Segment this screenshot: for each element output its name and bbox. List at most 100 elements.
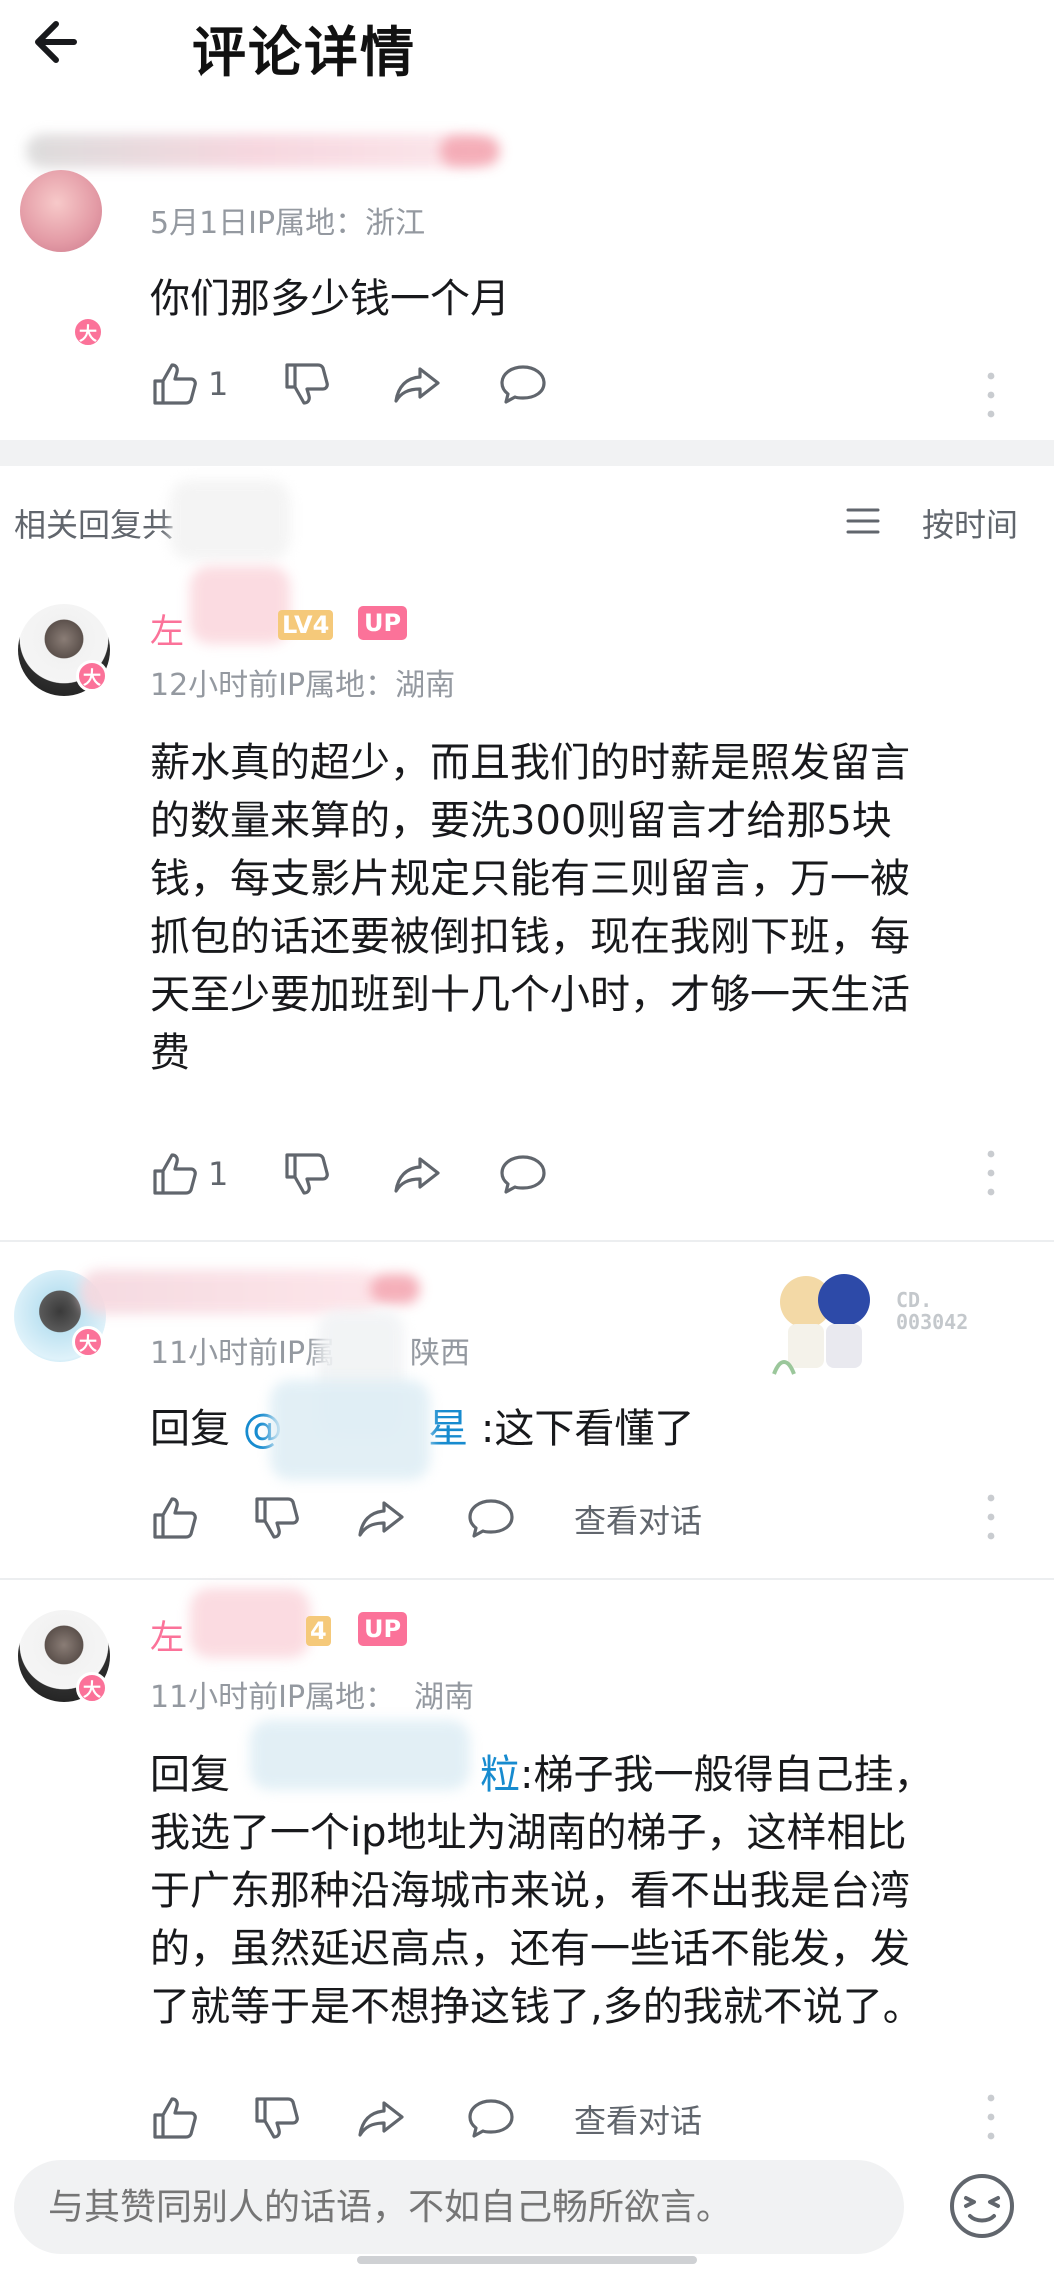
comment-meta-location: 陕西 — [410, 1336, 470, 1371]
up-badge: UP — [358, 1612, 408, 1646]
text-line: 费 — [150, 1030, 190, 1076]
avatar[interactable] — [20, 170, 102, 252]
share-icon — [394, 1157, 440, 1193]
redacted-count — [170, 480, 290, 560]
like-button[interactable] — [150, 1488, 200, 1548]
emoji-icon[interactable] — [946, 2170, 1018, 2242]
comment-bubble-icon — [500, 365, 546, 404]
text-line: 天至少要加班到十几个小时，才够一天生活 — [150, 972, 910, 1018]
vip-badge: 大 — [76, 1672, 108, 1704]
reply-prefix: 回复 — [150, 1752, 230, 1798]
like-count: 1 — [208, 365, 229, 403]
related-replies-header: 相关回复共 按时间 — [0, 470, 1054, 570]
more-options-icon[interactable] — [986, 370, 996, 420]
sort-by-time-button[interactable]: 按时间 — [922, 500, 1018, 546]
share-icon — [358, 2101, 404, 2137]
dislike-button[interactable] — [282, 354, 332, 414]
more-options-icon[interactable] — [986, 1492, 996, 1542]
share-icon — [358, 1501, 404, 1537]
mention-link-tail[interactable]: 粒 — [480, 1752, 520, 1798]
text-line: 回复 粒:梯子我一般得自己挂， — [150, 1746, 933, 1804]
comment-bubble-icon — [468, 1499, 514, 1538]
fan-card-number: 003042 — [896, 1310, 969, 1334]
comment-meta: 12小时前IP属地：湖南 — [150, 668, 456, 703]
like-button[interactable] — [150, 2088, 200, 2148]
view-conversation-link[interactable]: 查看对话 — [574, 1496, 702, 1542]
text-line: 的，虽然延迟高点，还有一些话不能发，发 — [150, 1926, 910, 1972]
thumbs-down-icon — [285, 363, 329, 405]
main-comment: 大 5月1日IP属地：浙江 你们那多少钱一个月 1 — [0, 120, 1054, 440]
like-button[interactable]: 1 — [150, 354, 228, 414]
view-conversation-link[interactable]: 查看对话 — [574, 2096, 702, 2142]
more-options-icon[interactable] — [986, 1148, 996, 1198]
text-line: 薪水真的超少，而且我们的时薪是照发留言 — [150, 740, 910, 786]
thumbs-up-icon — [153, 1153, 197, 1195]
share-button[interactable] — [356, 1488, 406, 1548]
reply-prefix: 回复 — [150, 1406, 230, 1452]
fan-card-code: CD. — [896, 1288, 933, 1312]
share-button[interactable] — [356, 2088, 406, 2148]
comment-text: 薪水真的超少，而且我们的时薪是照发留言 的数量来算的，要洗300则留言才给那5块… — [150, 734, 910, 1082]
redacted-username — [190, 566, 290, 644]
username[interactable]: 左 — [150, 1610, 184, 1659]
divider — [0, 1240, 1054, 1242]
like-button[interactable]: 1 — [150, 1144, 228, 1204]
username[interactable]: 左 — [150, 604, 184, 653]
share-button[interactable] — [392, 1144, 442, 1204]
related-replies-label: 相关回复共 — [14, 506, 175, 544]
section-separator — [0, 440, 1054, 466]
up-badge: UP — [358, 606, 408, 640]
thumbs-up-icon — [153, 2097, 197, 2139]
thumbs-up-icon — [153, 1497, 197, 1539]
text-line: 我选了一个ip地址为湖南的梯子，这样相比 — [150, 1810, 907, 1856]
share-icon — [394, 367, 440, 403]
comment-bubble-icon — [468, 2099, 514, 2138]
thumbs-down-icon — [255, 1497, 299, 1539]
thumbs-down-icon — [285, 1153, 329, 1195]
reply-button[interactable] — [466, 1488, 516, 1548]
comment-input-bar — [0, 2140, 1054, 2274]
text-line: 钱，每支影片规定只能有三则留言，万一被 — [150, 856, 910, 902]
level-badge: 4 — [306, 1616, 331, 1646]
comment-actions: 1 — [150, 354, 1030, 414]
text-line: 的数量来算的，要洗300则留言才给那5块 — [150, 798, 892, 844]
comment-actions: 查看对话 — [150, 2088, 1030, 2148]
vip-badge: 大 — [72, 316, 104, 348]
text-line: 抓包的话还要被倒扣钱，现在我刚下班，每 — [150, 914, 910, 960]
comment-actions: 查看对话 — [150, 1488, 1030, 1548]
comment-input[interactable] — [14, 2160, 904, 2254]
vip-badge: 大 — [76, 660, 108, 692]
share-button[interactable] — [392, 354, 442, 414]
redacted-mention — [270, 1380, 430, 1480]
thumbs-up-icon — [153, 363, 197, 405]
comment-actions: 1 — [150, 1144, 1030, 1204]
comment-bubble-icon — [500, 1155, 546, 1194]
sort-list-icon[interactable] — [846, 506, 880, 536]
comment-meta: 5月1日IP属地：浙江 — [150, 206, 426, 241]
dislike-button[interactable] — [282, 1144, 332, 1204]
reply-button[interactable] — [498, 354, 548, 414]
more-options-icon[interactable] — [986, 2092, 996, 2142]
header: 评论详情 — [0, 0, 1054, 90]
dislike-button[interactable] — [252, 2088, 302, 2148]
comment-meta-location: 湖南 — [414, 1680, 474, 1715]
anime-characters-sticker — [772, 1274, 870, 1375]
dislike-button[interactable] — [252, 1488, 302, 1548]
vip-badge: 大 — [72, 1326, 104, 1358]
reply-button[interactable] — [498, 1144, 548, 1204]
reply-button[interactable] — [466, 2088, 516, 2148]
redacted-username — [80, 1270, 380, 1314]
divider — [0, 1578, 1054, 1580]
back-arrow-icon[interactable] — [30, 12, 90, 72]
redacted-username — [190, 1588, 310, 1658]
comment-text: 回复 粒:梯子我一般得自己挂， 我选了一个ip地址为湖南的梯子，这样相比 于广东那… — [150, 1746, 933, 2036]
redacted-username — [26, 134, 486, 168]
reply-text: :这下看懂了 — [480, 1406, 695, 1452]
level-badge: LV4 — [278, 610, 334, 640]
mention-link-tail[interactable]: 星 — [428, 1406, 468, 1452]
comment-meta-time: 11小时前IP属地： — [150, 1680, 396, 1715]
fan-card-sticker — [760, 1262, 890, 1382]
thumbs-down-icon — [255, 2097, 299, 2139]
comment-meta-time: 11小时前IP属 — [150, 1336, 336, 1371]
like-count: 1 — [208, 1155, 229, 1193]
